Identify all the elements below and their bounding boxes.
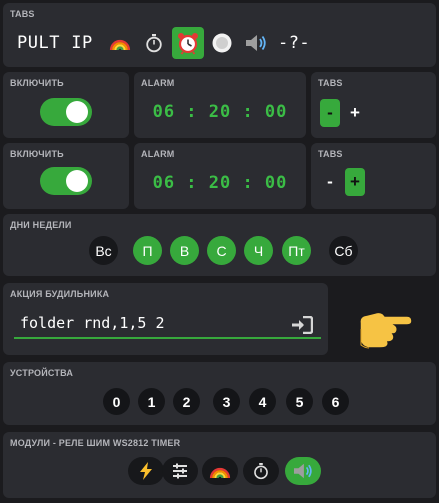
tab-pult[interactable]: PULT (13, 27, 64, 59)
tab-select-title-2: TABS (318, 149, 343, 159)
device-1[interactable]: 1 (138, 388, 165, 415)
minus-button-2[interactable]: - (320, 168, 340, 196)
tab-alarm[interactable] (171, 27, 204, 59)
stopwatch-icon (146, 34, 162, 53)
enable-title-2: ВКЛЮЧИТЬ (10, 149, 64, 159)
module-timer-button[interactable] (243, 457, 279, 485)
device-4[interactable]: 4 (249, 388, 276, 415)
enable-toggle-1[interactable] (40, 98, 92, 126)
speaker-icon (245, 35, 266, 51)
module-sound-button[interactable] (285, 457, 321, 485)
module-relay-button[interactable] (128, 457, 164, 485)
alarm-title-2: ALARM (141, 149, 175, 159)
day-tuesday[interactable]: В (170, 236, 199, 265)
enable-title-1: ВКЛЮЧИТЬ (10, 78, 64, 88)
weekdays-panel: ДНИ НЕДЕЛИ Вс П В С Ч Пт Сб (3, 214, 436, 276)
minus-button-1[interactable]: - (320, 99, 340, 127)
day-saturday[interactable]: Сб (329, 236, 358, 265)
tab-record[interactable] (206, 27, 238, 59)
sliders-icon (173, 463, 187, 479)
tab-rainbow[interactable] (104, 27, 136, 59)
device-5[interactable]: 5 (286, 388, 313, 415)
lightning-icon (140, 462, 152, 480)
action-input-underline (14, 337, 321, 339)
speaker-icon (294, 463, 312, 479)
alarm-title-1: ALARM (141, 78, 175, 88)
enable-toggle-2[interactable] (40, 167, 92, 195)
plus-button-2[interactable]: + (345, 168, 365, 196)
tab-unknown[interactable]: -?- (274, 27, 314, 59)
alarm-panel-2: ALARM 06 : 20 : 00 (134, 143, 306, 209)
rainbow-icon (109, 39, 131, 51)
tabs-title: TABS (10, 9, 35, 19)
rainbow-icon (209, 467, 231, 479)
tab-ip[interactable]: IP (66, 27, 98, 59)
devices-title: УСТРОЙСТВА (10, 368, 74, 378)
toggle-knob (66, 101, 88, 123)
day-sunday[interactable]: Вс (89, 236, 118, 265)
alarm-panel-1: ALARM 06 : 20 : 00 (134, 72, 306, 138)
tab-select-panel-2: TABS - + (311, 143, 436, 209)
module-pwm-button[interactable] (162, 457, 198, 485)
module-ws2812-button[interactable] (202, 457, 238, 485)
alarm-time-1[interactable]: 06 : 20 : 00 (134, 102, 306, 122)
enable-panel-2: ВКЛЮЧИТЬ (3, 143, 129, 209)
day-monday[interactable]: П (133, 236, 162, 265)
devices-panel: УСТРОЙСТВА 0 1 2 3 4 5 6 (3, 362, 436, 425)
day-thursday[interactable]: Ч (244, 236, 273, 265)
toggle-knob (66, 170, 88, 192)
enable-panel-1: ВКЛЮЧИТЬ (3, 72, 129, 138)
modules-panel: МОДУЛИ - РЕЛЕ ШИМ WS2812 TIMER (3, 432, 436, 498)
tab-select-title-1: TABS (318, 78, 343, 88)
device-2[interactable]: 2 (173, 388, 200, 415)
tab-select-panel-1: TABS - + (311, 72, 436, 138)
tab-stopwatch[interactable] (138, 27, 170, 59)
action-panel: АКЦИЯ БУДИЛЬНИКА folder rnd,1,5 2 (3, 283, 328, 355)
day-friday[interactable]: Пт (282, 236, 311, 265)
weekdays-title: ДНИ НЕДЕЛИ (10, 220, 72, 230)
device-0[interactable]: 0 (103, 388, 130, 415)
device-3[interactable]: 3 (213, 388, 240, 415)
device-6[interactable]: 6 (322, 388, 349, 415)
sign-in-icon[interactable] (291, 316, 313, 334)
action-title: АКЦИЯ БУДИЛЬНИКА (10, 289, 110, 299)
tabs-bar: PULT IP -?- (13, 27, 316, 59)
alarm-time-2[interactable]: 06 : 20 : 00 (134, 173, 306, 193)
modules-title: МОДУЛИ - РЕЛЕ ШИМ WS2812 TIMER (10, 438, 181, 448)
record-button-icon (212, 33, 232, 53)
plus-button-1[interactable]: + (345, 99, 365, 127)
tabs-panel: TABS PULT IP -?- (3, 3, 436, 67)
tab-sound[interactable] (240, 27, 272, 59)
alarm-clock-icon (177, 33, 198, 55)
stopwatch-icon (254, 463, 268, 480)
action-input[interactable]: folder rnd,1,5 2 (20, 314, 165, 332)
day-wednesday[interactable]: С (207, 236, 236, 265)
pointing-hand-icon (359, 311, 413, 349)
